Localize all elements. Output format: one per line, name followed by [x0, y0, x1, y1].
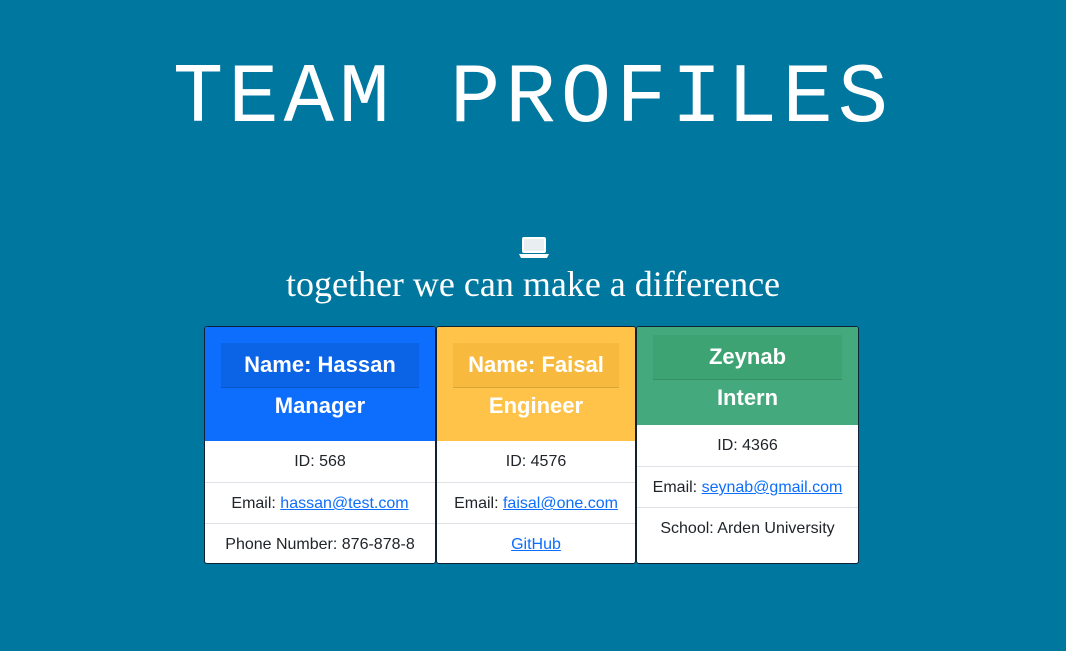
- details-list: ID: 4366 Email: seynab@gmail.com School:…: [637, 425, 858, 548]
- email-label: Email:: [454, 495, 503, 512]
- engineer-card-header: Name: Faisal Engineer: [437, 327, 635, 441]
- email-link[interactable]: hassan@test.com: [280, 495, 408, 512]
- id-row: ID: 4576: [505, 453, 567, 470]
- email-link[interactable]: seynab@gmail.com: [702, 479, 843, 496]
- employee-name: Name: Hassan: [221, 343, 419, 388]
- employee-name: Name: Faisal: [453, 343, 619, 388]
- manager-card-header: Name: Hassan Manager: [205, 327, 435, 441]
- phone-row: Phone Number: 876-878-8: [205, 523, 435, 563]
- id-row: ID: 4366: [717, 437, 778, 454]
- id-row: ID: 568: [294, 453, 346, 470]
- email-link[interactable]: faisal@one.com: [503, 495, 618, 512]
- tagline: together we can make a difference: [285, 264, 781, 304]
- email-row: Email: faisal@one.com: [437, 482, 635, 523]
- employee-role: Manager: [274, 393, 366, 418]
- email-row: Email: seynab@gmail.com: [637, 466, 858, 507]
- employee-name: Zeynab: [653, 335, 842, 380]
- manager-card: Name: Hassan Manager ID: 568 Email: hass…: [204, 326, 436, 564]
- github-link[interactable]: GitHub: [511, 536, 561, 553]
- employee-role: Intern: [716, 385, 779, 410]
- employee-role: Engineer: [488, 393, 584, 418]
- email-label: Email:: [231, 495, 281, 512]
- engineer-card: Name: Faisal Engineer ID: 4576 Email: fa…: [436, 326, 636, 564]
- intern-card: Zeynab Intern ID: 4366 Email: seynab@gma…: [636, 326, 859, 564]
- page-title: TEAM PROFILES: [172, 52, 894, 147]
- details-list: ID: 568 Email: hassan@test.com Phone Num…: [205, 441, 435, 563]
- school-row: School: Arden University: [637, 507, 858, 548]
- laptop-icon: [519, 237, 549, 258]
- details-list: ID: 4576 Email: faisal@one.com GitHub: [437, 441, 635, 563]
- email-label: Email:: [652, 479, 702, 496]
- github-row: GitHub: [437, 523, 635, 563]
- email-row: Email: hassan@test.com: [205, 482, 435, 523]
- intern-card-header: Zeynab Intern: [637, 327, 858, 425]
